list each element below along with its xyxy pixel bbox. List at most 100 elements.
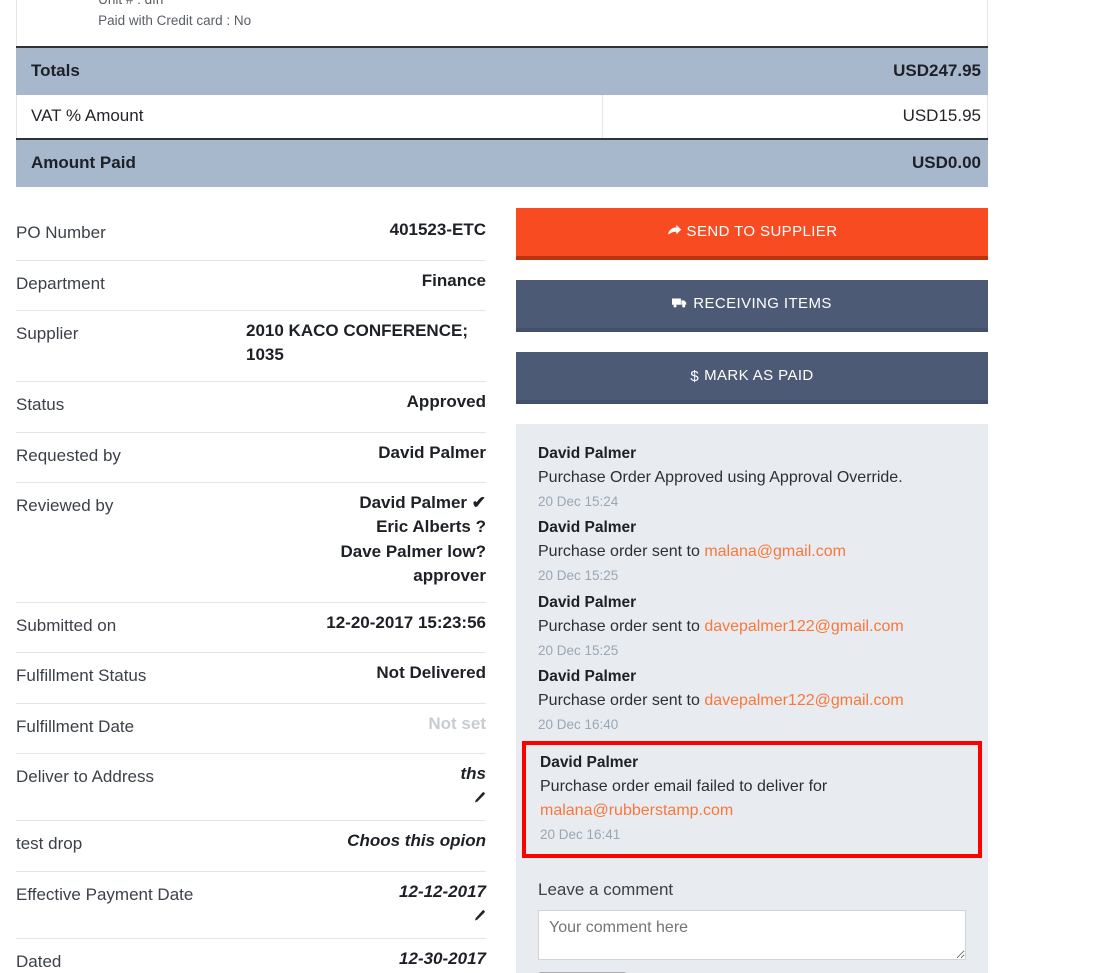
detail-row-department: Department Finance	[16, 261, 486, 311]
detail-label: Deliver to Address	[16, 767, 154, 787]
activity-text: Purchase order email failed to deliver f…	[540, 775, 964, 823]
reviewer-3: Dave Palmer low?	[340, 541, 486, 561]
activity-author: David Palmer	[538, 593, 637, 611]
activity-feed: David Palmer Purchase Order Approved usi…	[516, 424, 988, 973]
detail-label: Department	[16, 273, 105, 293]
receiving-items-label: RECEIVING ITEMS	[693, 295, 832, 312]
detail-row-po-number: PO Number 401523-ETC	[16, 208, 486, 261]
activity-author: David Palmer	[538, 445, 637, 462]
detail-row-fulfillment-date: Fulfillment Date Not set	[16, 704, 486, 755]
actions-and-activity-column: SEND TO SUPPLIER RECEIVING ITEMS $ MARK A…	[516, 208, 988, 973]
detail-row-test-drop: test drop Choos this opion	[16, 821, 486, 872]
purchase-order-page: 53 tjd Unit # : dfh Paid with Credit car…	[0, 0, 1102, 973]
activity-text-prefix: Purchase order email failed to deliver f…	[540, 778, 828, 796]
activity-timestamp: 20 Dec 15:24	[538, 494, 619, 510]
line-item-vat-percent: 6.875 %	[602, 0, 695, 47]
detail-label: PO Number	[16, 223, 106, 242]
activity-text-prefix: Purchase order sent to	[538, 691, 705, 709]
totals-value: USD247.95	[601, 45, 989, 95]
detail-row-dated: Dated 12-30-2017	[16, 939, 486, 973]
detail-value-po-number: 401523-ETC	[389, 220, 486, 239]
line-item-description: tjd Unit # : dfh Paid with Credit card :…	[98, 0, 308, 47]
detail-value-submitted-on: 12-20-2017 15:23:56	[326, 612, 486, 632]
detail-row-fulfillment-status: Fulfillment Status Not Delivered	[16, 653, 486, 704]
activity-text: Purchase order sent to davepalmer122@gma…	[538, 689, 966, 713]
detail-value-test-drop: Choos this opion	[347, 831, 486, 851]
delivered-count: Delivered : 0	[514, 0, 602, 2]
detail-value-dated: 12-30-2017	[399, 948, 486, 968]
line-item-account-cell: Second in Command	[307, 0, 507, 47]
activity-email-link[interactable]: davepalmer122@gmail.com	[704, 692, 903, 709]
truck-icon	[672, 296, 688, 313]
activity-timestamp: 20 Dec 16:41	[540, 827, 621, 843]
activity-timestamp: 20 Dec 15:25	[538, 642, 619, 658]
activity-email-link[interactable]: malana@rubberstamp.com	[540, 802, 733, 819]
activity-item: David Palmer Purchase order sent to mala…	[538, 516, 966, 588]
detail-row-deliver-to-address: Deliver to Address ths	[16, 754, 487, 822]
detail-label: Dated	[16, 951, 62, 971]
detail-value-effective-payment-date: 12-12-2017	[399, 881, 486, 901]
detail-label: Supplier	[16, 324, 79, 343]
detail-row-status: Status Approved	[16, 382, 486, 433]
reviewer-2: Eric Alberts ?	[376, 517, 486, 537]
activity-item: David Palmer Purchase order sent to dave…	[538, 591, 966, 663]
reviewer-3-role: approver	[413, 565, 486, 585]
detail-label: Effective Payment Date	[16, 884, 194, 904]
activity-text-prefix: Purchase order sent to	[538, 617, 705, 635]
detail-value-reviewed-by: David Palmer ✔ Eric Alberts ? Dave Palme…	[340, 491, 486, 588]
detail-value-department: Finance	[421, 270, 486, 290]
detail-label: Requested by	[16, 445, 121, 465]
line-item-unit: Unit # : dfh	[98, 0, 307, 11]
activity-text: Purchase Order Approved using Approval O…	[538, 469, 903, 487]
vat-amount-row: VAT % Amount USD15.95	[16, 94, 989, 139]
line-item-unit-price: USD 232.00	[694, 0, 841, 47]
activity-text: Purchase order sent to davepalmer122@gma…	[538, 615, 966, 639]
vat-amount-label: VAT % Amount	[16, 94, 603, 139]
activity-email-link[interactable]: davepalmer122@gmail.com	[704, 618, 903, 635]
activity-author: David Palmer	[538, 519, 637, 537]
detail-value-fulfillment-status: Not Delivered	[376, 663, 486, 683]
totals-row: Totals USD247.95	[16, 45, 989, 95]
mark-as-paid-button[interactable]: $ MARK AS PAID	[516, 352, 988, 404]
detail-label: Reviewed by	[16, 496, 114, 516]
line-item-number: 53	[16, 0, 99, 47]
comment-input[interactable]	[538, 909, 966, 960]
send-to-supplier-button[interactable]: SEND TO SUPPLIER	[516, 208, 988, 260]
detail-value-requested-by: David Palmer	[378, 442, 486, 462]
amount-paid-value: USD0.00	[601, 137, 989, 187]
detail-label: Submitted on	[16, 615, 117, 635]
line-item-paid-credit-card: Paid with Credit card : No	[98, 12, 252, 28]
detail-value-deliver-to-address: ths	[460, 764, 487, 784]
purchase-order-details-list: PO Number 401523-ETC Department Finance …	[16, 208, 486, 973]
activity-item: David Palmer Purchase order sent to dave…	[538, 665, 966, 737]
edit-pencil-icon[interactable]	[461, 790, 487, 806]
detail-row-submitted-on: Submitted on 12-20-2017 15:23:56	[16, 603, 486, 654]
detail-label: Fulfillment Date	[16, 716, 135, 736]
mark-as-paid-label: MARK AS PAID	[704, 367, 814, 384]
detail-label: Fulfillment Status	[16, 666, 147, 686]
table-row: 53 tjd Unit # : dfh Paid with Credit car…	[16, 0, 988, 47]
activity-item-highlighted: David Palmer Purchase order email failed…	[522, 741, 982, 858]
detail-label: Status	[16, 395, 65, 415]
receiving-items-button[interactable]: RECEIVING ITEMS	[516, 280, 988, 332]
detail-row-effective-payment-date: Effective Payment Date 12-12-2017	[16, 872, 486, 939]
detail-label: test drop	[16, 834, 83, 854]
leave-a-comment-heading: Leave a comment	[538, 879, 674, 899]
detail-row-supplier: Supplier 2010 KACO CONFERENCE; 1035	[16, 311, 486, 383]
line-item-quantity: 1.00 Delivered : 0	[506, 0, 603, 47]
detail-value-supplier: 2010 KACO CONFERENCE; 1035	[246, 321, 468, 365]
totals-label: Totals	[16, 45, 603, 95]
status-badge: Approved	[406, 392, 486, 412]
amount-paid-row: Amount Paid USD0.00	[16, 137, 989, 187]
activity-author: David Palmer	[540, 754, 639, 772]
amount-paid-label: Amount Paid	[16, 137, 603, 187]
send-to-supplier-label: SEND TO SUPPLIER	[686, 223, 838, 240]
line-item-total: USD247.95	[840, 0, 988, 47]
activity-item: David Palmer Purchase Order Approved usi…	[538, 442, 966, 514]
activity-email-link[interactable]: malana@gmail.com	[704, 543, 846, 560]
activity-text-prefix: Purchase order sent to	[538, 543, 705, 561]
edit-pencil-icon[interactable]	[399, 908, 486, 924]
activity-author: David Palmer	[538, 667, 637, 685]
share-arrow-icon	[667, 224, 682, 241]
purchase-order-items-table: 53 tjd Unit # : dfh Paid with Credit car…	[16, 0, 989, 187]
